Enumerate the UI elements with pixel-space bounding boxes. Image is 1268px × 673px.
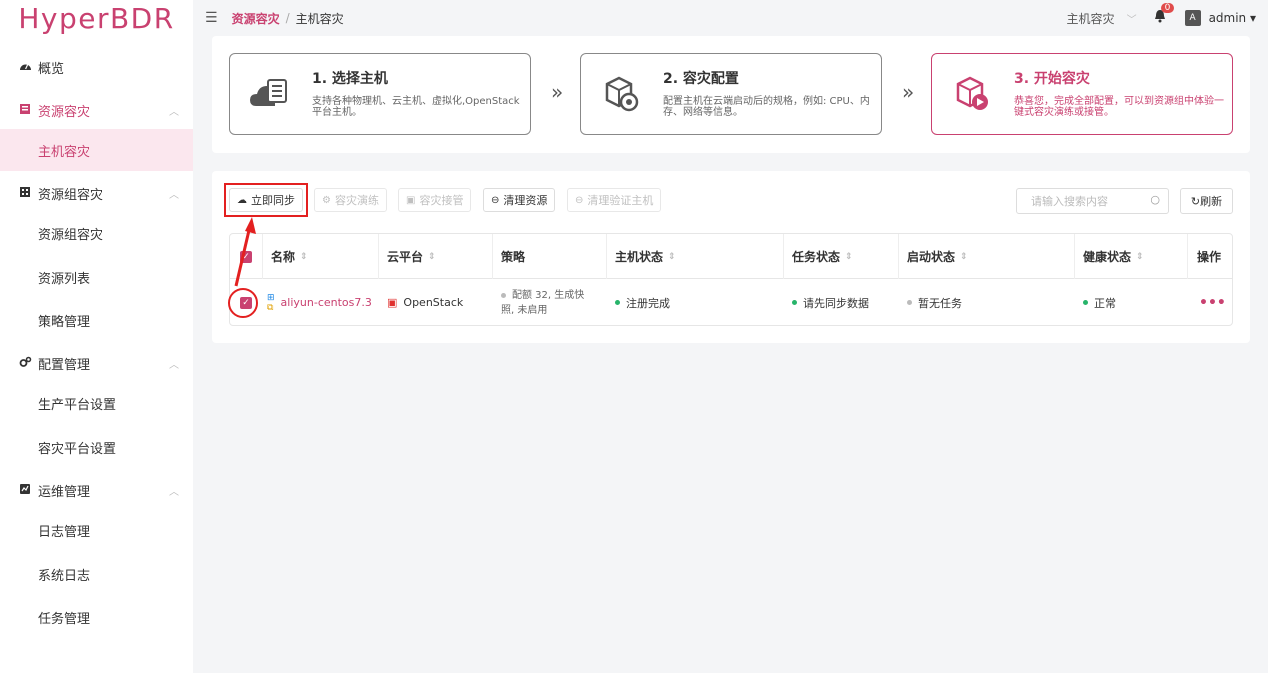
- annotation-arrow: [234, 217, 256, 287]
